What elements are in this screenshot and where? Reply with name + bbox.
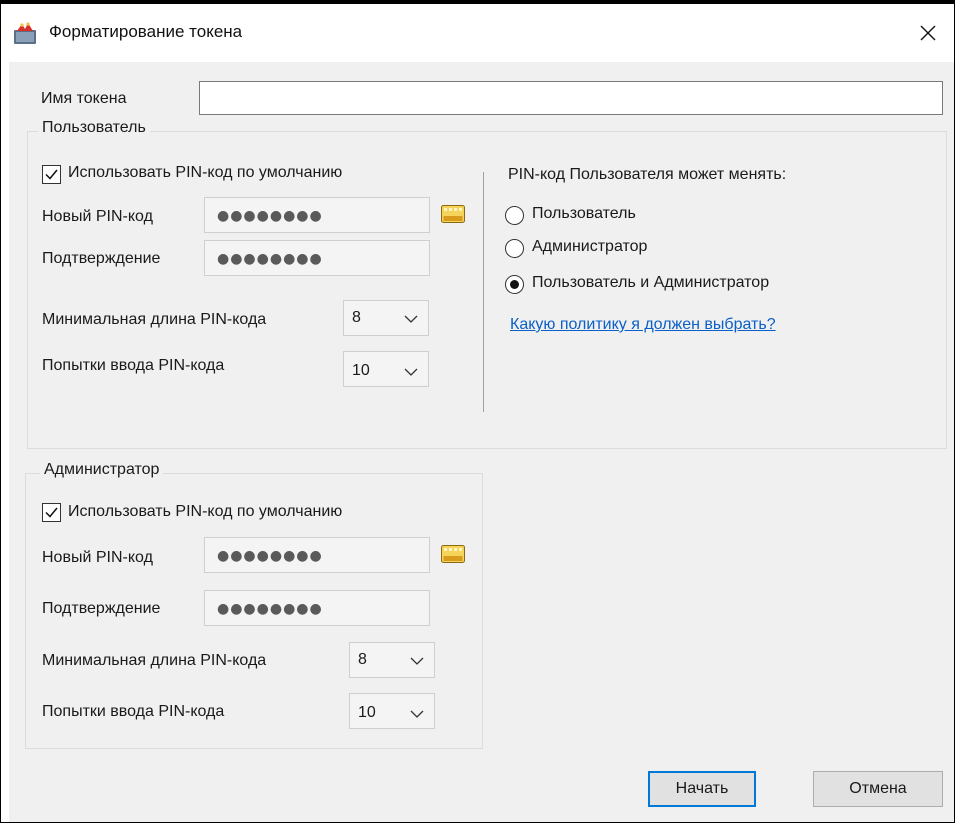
chevron-down-icon: [404, 315, 418, 323]
start-button[interactable]: Начать: [648, 771, 756, 807]
admin-min-length-label: Минимальная длина PIN-кода: [42, 652, 267, 669]
chevron-down-icon: [410, 657, 424, 665]
user-attempts-select[interactable]: 10: [343, 351, 429, 387]
close-icon: [920, 25, 936, 41]
radio-policy-user-and-admin[interactable]: [505, 275, 524, 294]
token-app-icon: [14, 22, 36, 44]
admin-confirm-pin-label: Подтверждение: [42, 600, 161, 617]
radio-policy-admin-label: Администратор: [532, 238, 648, 255]
policy-help-link[interactable]: Какую политику я должен выбрать?: [510, 316, 776, 334]
user-default-pin-label: Использовать PIN-код по умолчанию: [68, 164, 343, 181]
admin-default-pin-label: Использовать PIN-код по умолчанию: [68, 503, 343, 520]
vertical-separator: [483, 172, 484, 412]
window-title: Форматирование токена: [49, 22, 243, 41]
dialog-body: Имя токена Пользователь Использовать PIN…: [9, 62, 954, 822]
user-default-pin-checkbox[interactable]: [42, 165, 61, 184]
cancel-button[interactable]: Отмена: [813, 771, 943, 807]
change-policy-heading: PIN-код Пользователя может менять:: [508, 166, 787, 183]
admin-confirm-pin-input[interactable]: ●●●●●●●●: [204, 590, 430, 626]
admin-attempts-label: Попытки ввода PIN-кода: [42, 703, 225, 720]
admin-default-pin-checkbox[interactable]: [42, 503, 61, 522]
checkmark-icon: [45, 169, 58, 180]
radio-policy-user[interactable]: [505, 206, 524, 225]
user-min-length-value: 8: [352, 309, 361, 326]
keyboard-icon[interactable]: [441, 205, 465, 223]
token-name-input[interactable]: [199, 81, 943, 115]
user-min-length-select[interactable]: 8: [343, 300, 429, 336]
admin-group-title: Администратор: [40, 461, 164, 479]
user-attempts-value: 10: [352, 362, 370, 379]
user-confirm-pin-label: Подтверждение: [42, 250, 161, 267]
token-name-label: Имя токена: [41, 90, 127, 107]
user-confirm-pin-input[interactable]: ●●●●●●●●: [204, 240, 430, 276]
chevron-down-icon: [404, 368, 418, 376]
user-group-title: Пользователь: [38, 119, 150, 137]
admin-attempts-value: 10: [358, 704, 376, 721]
admin-new-pin-input[interactable]: ●●●●●●●●: [204, 537, 430, 573]
radio-policy-admin[interactable]: [505, 239, 524, 258]
user-new-pin-label: Новый PIN-код: [42, 208, 153, 225]
user-new-pin-input[interactable]: ●●●●●●●●: [204, 197, 430, 233]
title-bar[interactable]: Форматирование токена: [1, 4, 954, 62]
radio-policy-user-label: Пользователь: [532, 205, 636, 222]
chevron-down-icon: [410, 710, 424, 718]
radio-policy-user-and-admin-label: Пользователь и Администратор: [532, 274, 770, 291]
user-min-length-label: Минимальная длина PIN-кода: [42, 311, 267, 328]
admin-min-length-value: 8: [358, 651, 367, 668]
admin-min-length-select[interactable]: 8: [349, 642, 435, 678]
user-attempts-label: Попытки ввода PIN-кода: [42, 357, 225, 374]
close-button[interactable]: [902, 4, 954, 62]
format-token-dialog: Форматирование токена Имя токена Пользов…: [0, 0, 955, 823]
admin-new-pin-label: Новый PIN-код: [42, 549, 153, 566]
keyboard-icon[interactable]: [441, 545, 465, 563]
checkmark-icon: [45, 507, 58, 518]
admin-attempts-select[interactable]: 10: [349, 693, 435, 729]
